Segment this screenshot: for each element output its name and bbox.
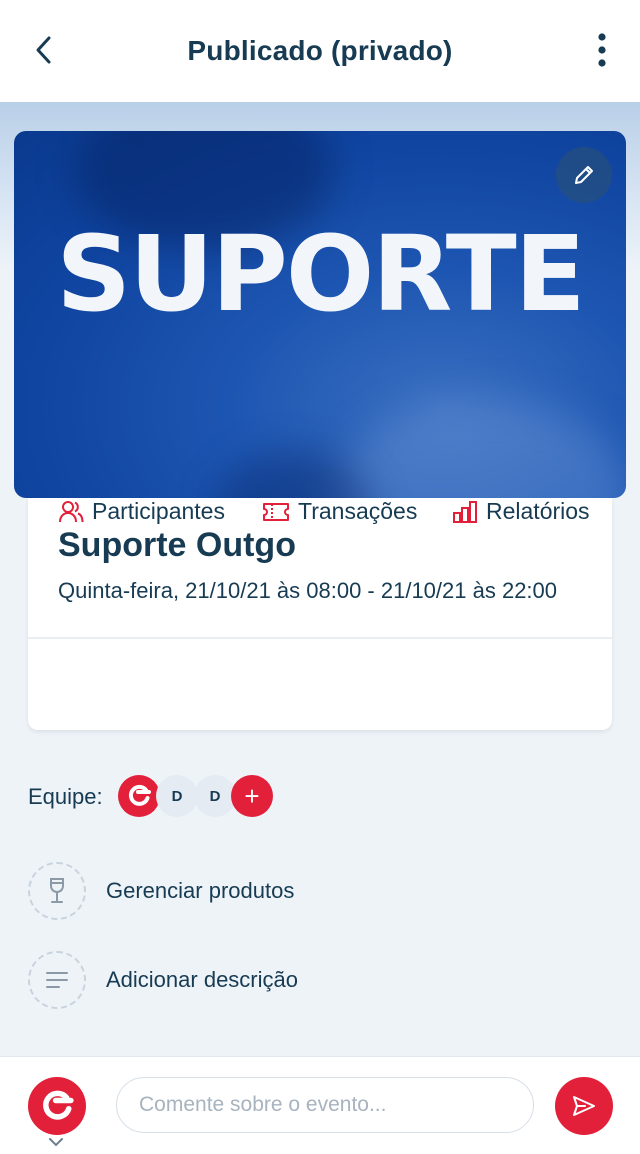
page-title: Publicado (privado) bbox=[187, 35, 453, 66]
reports-label: Relatórios bbox=[486, 498, 590, 524]
add-team-member-button[interactable]: + bbox=[231, 775, 273, 817]
more-vertical-icon bbox=[598, 33, 606, 67]
divider bbox=[28, 637, 612, 639]
transactions-label: Transações bbox=[298, 498, 418, 524]
event-name: Suporte Outgo bbox=[58, 526, 296, 564]
add-description-row[interactable]: Adicionar descrição bbox=[28, 951, 588, 1009]
pencil-icon bbox=[575, 166, 593, 184]
add-description-label: Adicionar descrição bbox=[106, 967, 298, 992]
brand-logo-icon bbox=[128, 784, 151, 806]
users-icon bbox=[59, 500, 84, 522]
event-date: Quinta-feira, 21/10/21 às 08:00 - 21/10/… bbox=[58, 578, 558, 603]
send-icon bbox=[573, 1096, 595, 1116]
reports-button[interactable]: Relatórios bbox=[452, 498, 590, 525]
brand-logo-icon bbox=[43, 1090, 74, 1120]
chevron-down-icon[interactable] bbox=[48, 1137, 64, 1147]
transactions-button[interactable]: Transações bbox=[262, 498, 417, 525]
banner-title: SUPORTE bbox=[56, 213, 585, 335]
bar-chart-icon bbox=[453, 500, 477, 523]
chevron-left-icon bbox=[36, 36, 51, 64]
comment-field-wrapper bbox=[116, 1077, 534, 1133]
wine-glass-icon bbox=[50, 878, 64, 903]
team-avatar[interactable]: D bbox=[194, 775, 236, 817]
comment-bar bbox=[0, 1056, 640, 1154]
send-comment-button[interactable] bbox=[555, 1077, 613, 1135]
more-options-button[interactable] bbox=[586, 28, 618, 72]
text-lines-icon bbox=[46, 972, 68, 988]
ticket-icon bbox=[263, 502, 289, 521]
team-avatar-brand[interactable] bbox=[118, 775, 160, 817]
team-avatar[interactable]: D bbox=[156, 775, 198, 817]
back-button[interactable] bbox=[24, 30, 64, 70]
edit-banner-button[interactable] bbox=[556, 147, 612, 203]
comment-input[interactable] bbox=[116, 1077, 534, 1133]
user-avatar-button[interactable] bbox=[28, 1077, 86, 1135]
manage-products-label: Gerenciar produtos bbox=[106, 878, 295, 903]
event-info-card: Suporte Outgo Quinta-feira, 21/10/21 às … bbox=[28, 498, 612, 730]
participants-label: Participantes bbox=[92, 498, 225, 524]
participants-button[interactable]: Participantes bbox=[58, 498, 225, 525]
manage-products-row[interactable]: Gerenciar produtos bbox=[28, 862, 588, 920]
top-bar: Publicado (privado) bbox=[0, 0, 640, 102]
event-banner: SUPORTE bbox=[14, 131, 626, 498]
team-label: Equipe: bbox=[28, 784, 103, 809]
